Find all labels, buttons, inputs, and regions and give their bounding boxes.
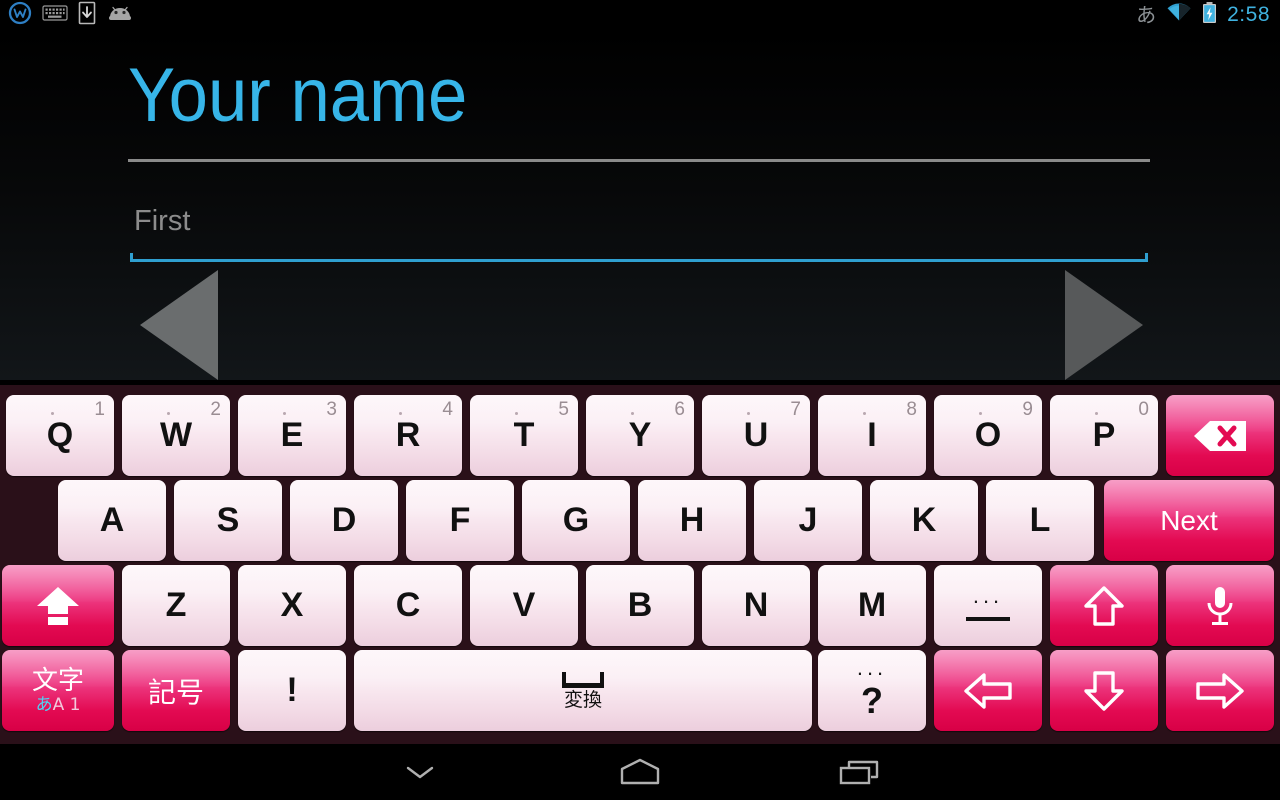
home-button[interactable]: [530, 744, 750, 800]
japanese-keyboard: 1Q 2W 3E 4R 5T 6Y 7U 8I 9O 0P A S D F G …: [0, 385, 1280, 744]
recent-apps-button[interactable]: [750, 744, 970, 800]
previous-arrow-button[interactable]: [140, 270, 218, 380]
arrow-down-key[interactable]: [1050, 650, 1158, 731]
key-m[interactable]: M: [818, 565, 926, 646]
key-w[interactable]: 2W: [122, 395, 230, 476]
shift-key[interactable]: [2, 565, 114, 646]
symbols-key[interactable]: 記号: [122, 650, 230, 731]
voice-input-key[interactable]: [1166, 565, 1274, 646]
key-g[interactable]: G: [522, 480, 630, 561]
key-z[interactable]: Z: [122, 565, 230, 646]
arrow-right-icon: [1196, 672, 1244, 709]
question-key-label: ?: [861, 679, 883, 721]
dash-key-above: ...: [972, 582, 1004, 608]
status-bar-notifications[interactable]: [0, 1, 134, 30]
next-arrow-button[interactable]: [1065, 270, 1143, 380]
hide-keyboard-button[interactable]: [310, 744, 530, 800]
key-a[interactable]: A: [58, 480, 166, 561]
field-underline: [130, 253, 1148, 262]
space-glyph: [562, 671, 604, 688]
key-p[interactable]: 0P: [1050, 395, 1158, 476]
key-q[interactable]: 1Q: [6, 395, 114, 476]
wifi-icon: [1166, 3, 1192, 28]
keyboard-icon: [42, 3, 68, 28]
keyboard-row-4: 文字 あA 1 記号 ! 変換 ... ?: [0, 648, 1280, 733]
arrow-left-icon: [964, 672, 1012, 709]
key-v[interactable]: V: [470, 565, 578, 646]
system-navigation-bar: [0, 744, 1280, 800]
key-t[interactable]: 5T: [470, 395, 578, 476]
key-h[interactable]: H: [638, 480, 746, 561]
android-icon: [106, 3, 134, 28]
space-key[interactable]: 変換: [354, 650, 812, 731]
key-l[interactable]: L: [986, 480, 1094, 561]
arrow-down-icon: [1084, 670, 1124, 711]
key-n[interactable]: N: [702, 565, 810, 646]
dash-glyph: [966, 616, 1010, 621]
key-k[interactable]: K: [870, 480, 978, 561]
character-mode-sub-kana: あ: [35, 694, 53, 715]
status-bar: あ 2:58: [0, 0, 1280, 30]
first-name-field-wrap: [130, 190, 1148, 262]
character-mode-sub-alnum: A 1: [52, 694, 81, 715]
keyboard-row-1: 1Q 2W 3E 4R 5T 6Y 7U 8I 9O 0P: [0, 393, 1280, 478]
backspace-icon: [1194, 420, 1246, 451]
home-icon: [620, 758, 660, 785]
keyboard-row-3: Z X C V B N M ...: [0, 563, 1280, 648]
key-f[interactable]: F: [406, 480, 514, 561]
dash-key[interactable]: ...: [934, 565, 1042, 646]
arrow-left-key[interactable]: [934, 650, 1042, 731]
first-name-input[interactable]: [130, 190, 1148, 252]
arrow-up-icon: [1084, 585, 1124, 626]
keyboard-row-2: A S D F G H J K L Next: [0, 478, 1280, 563]
content-area: Your name: [0, 30, 1280, 380]
enter-key[interactable]: Next: [1104, 480, 1274, 561]
page-title: Your name: [128, 53, 468, 138]
android-screen: あ 2:58 Your name First 1 Q 2 W 3 E 4 R 5…: [0, 0, 1280, 800]
question-key-above: ...: [856, 654, 888, 680]
microphone-icon: [1207, 586, 1233, 625]
key-i[interactable]: 8I: [818, 395, 926, 476]
w-logo-icon: [8, 1, 32, 30]
battery-charging-icon: [1202, 1, 1217, 29]
space-key-label: 変換: [563, 688, 602, 711]
key-b[interactable]: B: [586, 565, 694, 646]
recents-icon: [839, 760, 879, 785]
arrow-right-key[interactable]: [1166, 650, 1274, 731]
key-u[interactable]: 7U: [702, 395, 810, 476]
arrow-up-key[interactable]: [1050, 565, 1158, 646]
question-key[interactable]: ... ?: [818, 650, 926, 731]
character-mode-label: 文字: [31, 665, 84, 696]
key-r[interactable]: 4R: [354, 395, 462, 476]
title-divider: [128, 159, 1150, 162]
chevron-down-icon: [406, 766, 434, 779]
status-bar-clock: 2:58: [1227, 3, 1270, 26]
ime-indicator: あ: [1136, 3, 1157, 27]
key-j[interactable]: J: [754, 480, 862, 561]
key-y[interactable]: 6Y: [586, 395, 694, 476]
status-bar-system[interactable]: あ 2:58: [1136, 1, 1280, 29]
character-mode-key[interactable]: 文字 あA 1: [2, 650, 114, 731]
key-c[interactable]: C: [354, 565, 462, 646]
shift-arrow-icon: [37, 586, 79, 625]
key-o[interactable]: 9O: [934, 395, 1042, 476]
backspace-key[interactable]: [1166, 395, 1274, 476]
key-e[interactable]: 3E: [238, 395, 346, 476]
key-s[interactable]: S: [174, 480, 282, 561]
key-d[interactable]: D: [290, 480, 398, 561]
key-x[interactable]: X: [238, 565, 346, 646]
exclamation-key[interactable]: !: [238, 650, 346, 731]
download-icon: [78, 1, 96, 30]
